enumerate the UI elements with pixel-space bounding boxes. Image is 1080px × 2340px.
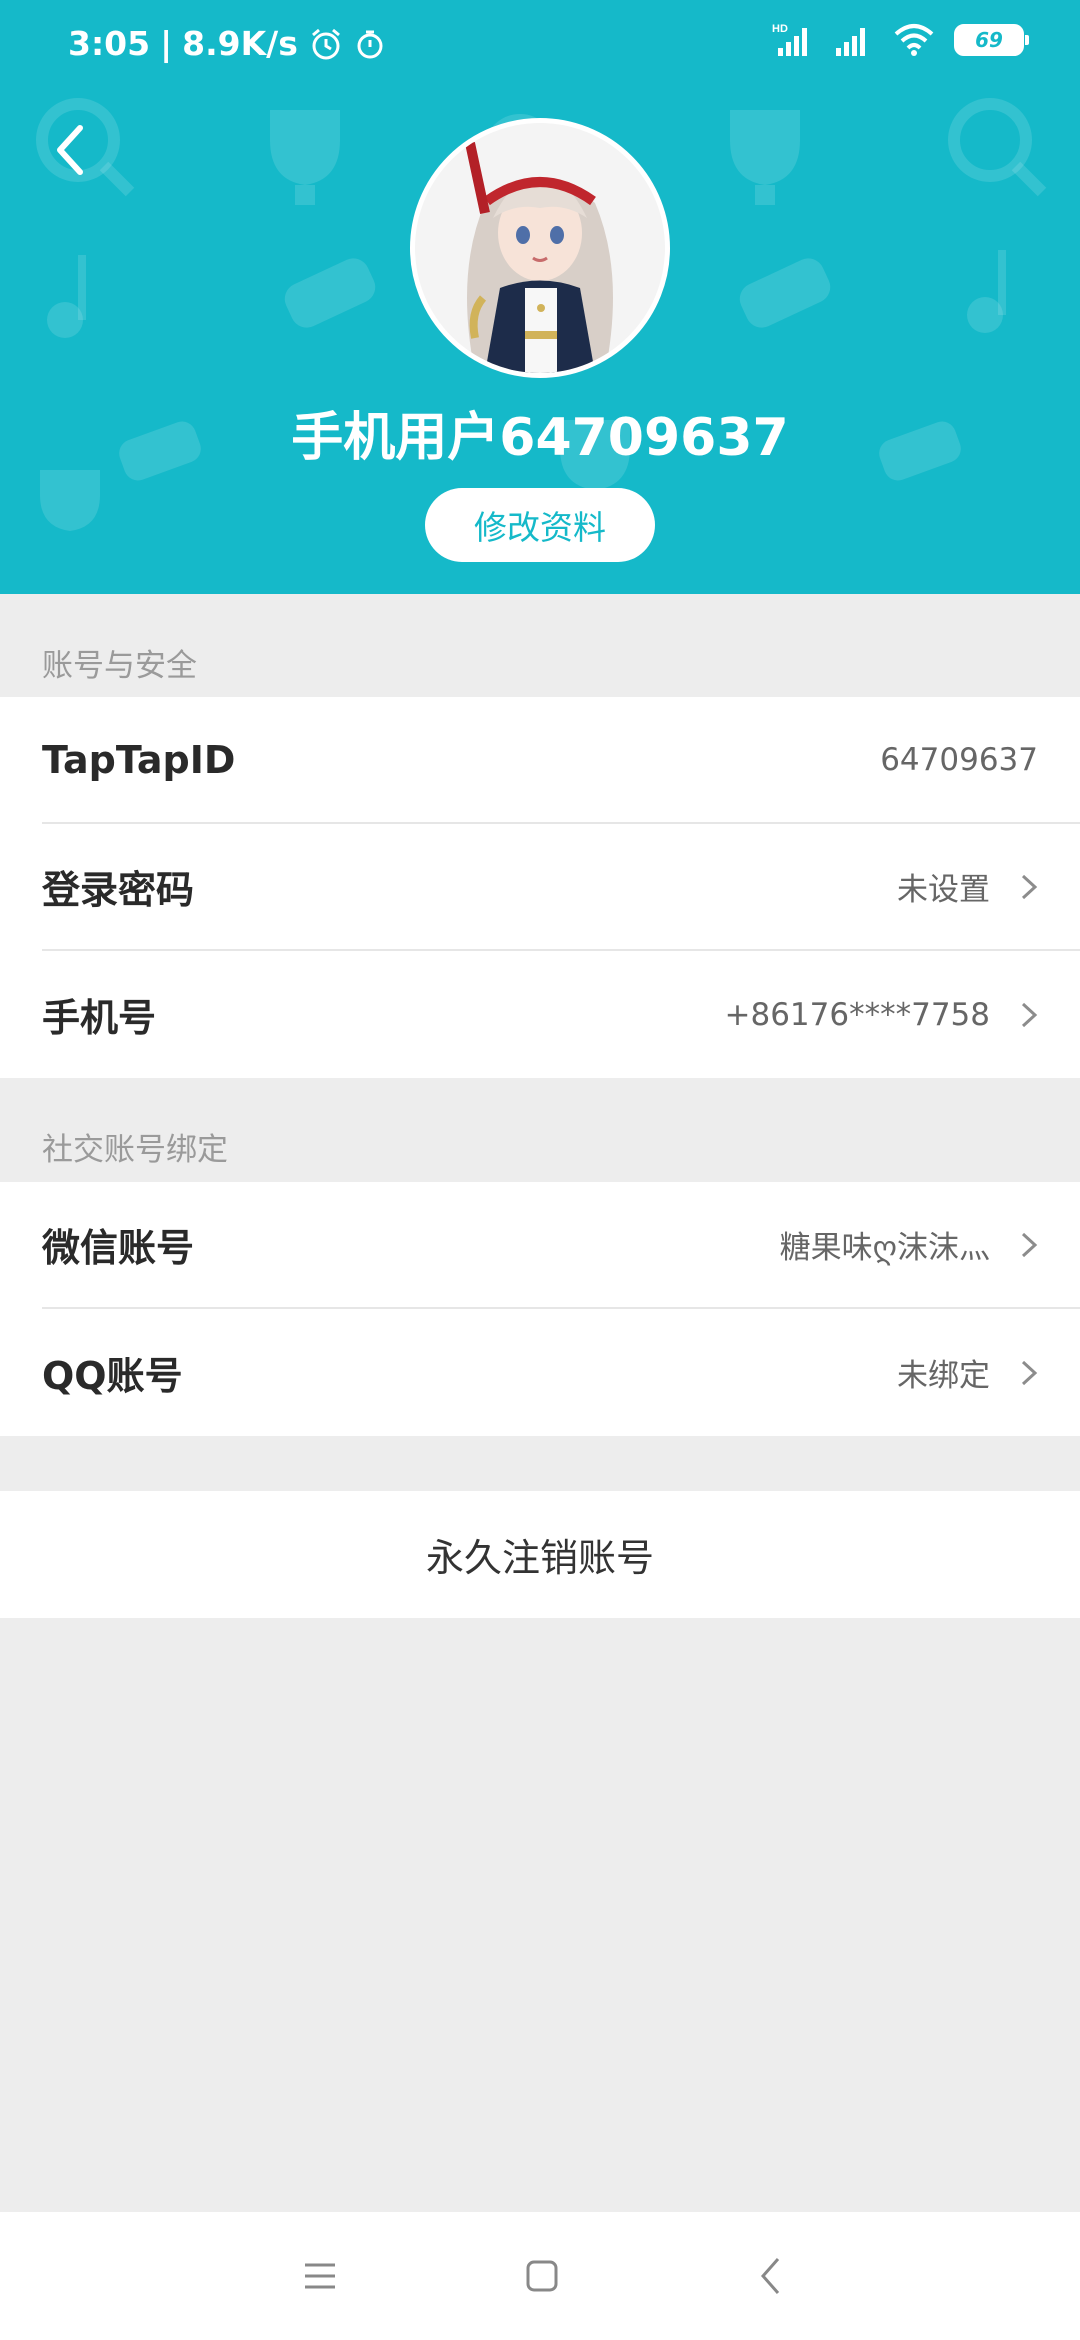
row-label: TapTapID [42, 737, 236, 782]
system-nav-bar [0, 2212, 1080, 2340]
social-binding-group: 微信账号 糖果味ღ沫沫灬 QQ账号 未绑定 [0, 1182, 1080, 1436]
row-value: 糖果味ღ沫沫灬 [779, 1230, 990, 1266]
row-qq-account[interactable]: QQ账号 未绑定 [42, 1309, 1080, 1436]
battery-level: 69 [975, 28, 1003, 52]
chevron-right-icon [1021, 1360, 1038, 1385]
row-value: +86176****7758 [724, 996, 990, 1033]
avatar[interactable] [410, 118, 670, 378]
row-phone-number[interactable]: 手机号 +86176****7758 [42, 951, 1080, 1078]
back-button[interactable] [30, 110, 110, 190]
clock: 3:05 [68, 24, 151, 63]
row-value: 64709637 [880, 741, 1038, 778]
row-value: 未设置 [897, 872, 990, 908]
profile-header: 3:05 | 8.9K/s HD 69 手机用户64709637 修改资料 [0, 0, 1080, 594]
stopwatch-icon [357, 30, 383, 58]
hd-label: HD [772, 23, 788, 35]
account-security-group: TapTapID 64709637 登录密码 未设置 手机号 +86176***… [0, 697, 1080, 1078]
section-title-social-binding: 社交账号绑定 [42, 1132, 228, 1168]
delete-account-button[interactable]: 永久注销账号 [0, 1491, 1080, 1618]
nav-back-icon [760, 2258, 780, 2294]
status-separator: | [160, 24, 173, 63]
signal-icon-2 [836, 28, 865, 56]
nav-back-button[interactable] [740, 2246, 800, 2306]
wifi-icon [894, 24, 934, 56]
row-login-password[interactable]: 登录密码 未设置 [42, 824, 1080, 951]
row-label: 登录密码 [42, 868, 195, 912]
row-wechat-account[interactable]: 微信账号 糖果味ღ沫沫灬 [42, 1182, 1080, 1309]
status-bar: 3:05 | 8.9K/s HD 69 [0, 0, 1080, 90]
row-label: 微信账号 [42, 1226, 195, 1270]
avatar-image [415, 123, 665, 373]
nav-home-button[interactable] [512, 2246, 572, 2306]
battery-indicator: 69 [954, 24, 1029, 56]
chevron-right-icon [1021, 1232, 1038, 1257]
signal-icon: HD [772, 23, 807, 56]
row-label: 手机号 [42, 996, 157, 1040]
row-label: QQ账号 [42, 1354, 183, 1398]
nav-menu-button[interactable] [290, 2246, 350, 2306]
username: 手机用户64709637 [291, 408, 789, 468]
section-title-account-security: 账号与安全 [42, 648, 197, 684]
chevron-right-icon [1021, 874, 1038, 899]
menu-icon [305, 2263, 335, 2289]
row-value: 未绑定 [897, 1358, 990, 1394]
back-arrow-icon [57, 125, 83, 175]
alarm-clock-icon [311, 28, 340, 59]
home-icon [526, 2260, 558, 2292]
network-speed: 8.9K/s [182, 24, 298, 63]
edit-profile-button[interactable]: 修改资料 [425, 488, 655, 562]
chevron-right-icon [1021, 1002, 1038, 1027]
row-taptap-id[interactable]: TapTapID 64709637 [42, 697, 1080, 824]
